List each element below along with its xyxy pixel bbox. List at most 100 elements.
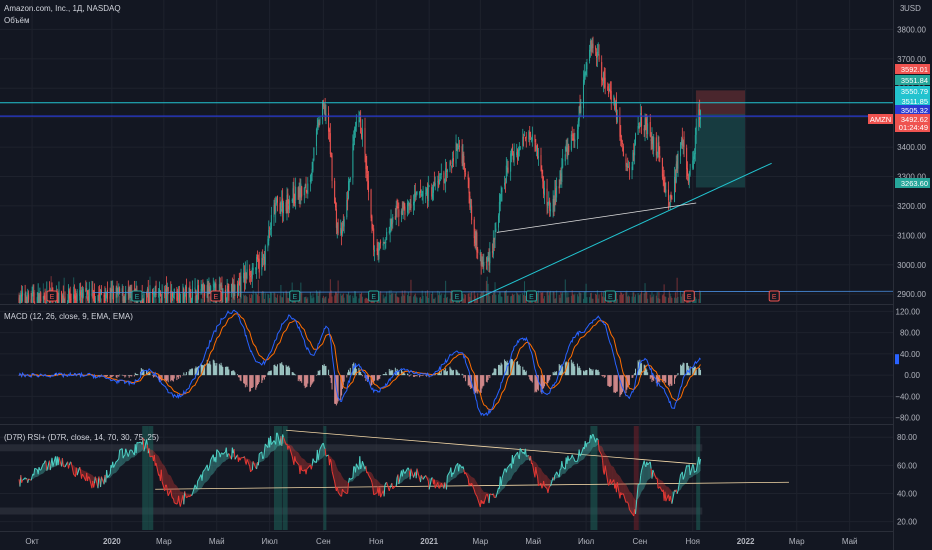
volume-bar xyxy=(283,292,285,303)
macd-title[interactable]: MACD (12, 26, close, 9, EMA, EMA) xyxy=(4,312,133,321)
macd-histogram-bar xyxy=(310,375,312,386)
candle-body xyxy=(214,283,216,288)
candle-body xyxy=(213,285,215,287)
candle-body xyxy=(578,106,580,122)
symbol-title[interactable]: Amazon.com, Inc., 1Д, NASDAQ xyxy=(4,4,121,13)
candle-body xyxy=(319,118,321,124)
candle-body xyxy=(38,293,40,303)
candle-body xyxy=(641,115,643,127)
volume-bar xyxy=(651,291,653,303)
position-reward-zone[interactable] xyxy=(695,113,745,188)
macd-histogram-bar xyxy=(698,368,700,376)
candle-body xyxy=(614,98,616,110)
stock-chart[interactable]: EEEEEEEEEE 3800.003700.003600.003500.003… xyxy=(0,0,932,550)
candle-body xyxy=(421,194,423,196)
macd-histogram-bar xyxy=(225,366,227,376)
volume-bar xyxy=(577,296,579,303)
candle-body xyxy=(458,146,460,148)
candle-body xyxy=(627,165,629,168)
candle-body xyxy=(18,297,20,303)
candle-body xyxy=(400,211,402,215)
volume-label[interactable]: Объём xyxy=(4,16,30,25)
volume-bar xyxy=(243,295,245,303)
macd-histogram-bar xyxy=(413,375,415,377)
candle-body xyxy=(607,86,609,91)
macd-histogram-bar xyxy=(571,363,573,376)
macd-histogram-bar xyxy=(267,372,269,376)
macd-histogram-bar xyxy=(165,375,167,382)
candle-body xyxy=(204,285,206,297)
candle-body xyxy=(80,290,82,298)
candle-body xyxy=(276,195,278,203)
rsi-fill-segment xyxy=(136,442,138,455)
volume-bar xyxy=(681,294,683,303)
rsi-title[interactable]: (D7R) RSI+ (D7R, close, 14, 70, 30, 75, … xyxy=(4,433,159,442)
rsi-tick-label: 40.00 xyxy=(897,489,918,498)
macd-histogram-bar xyxy=(576,363,578,376)
earnings-marker-label: E xyxy=(214,294,219,301)
earnings-marker[interactable]: E xyxy=(768,290,780,302)
macd-histogram-bar xyxy=(233,370,235,376)
macd-histogram-bar xyxy=(501,364,503,376)
macd-histogram-bar xyxy=(579,367,581,376)
rsi-fill-segment xyxy=(171,477,173,499)
earnings-marker[interactable]: E xyxy=(604,290,616,302)
candle-body xyxy=(143,294,145,303)
candle-body xyxy=(528,131,530,140)
volume-bar xyxy=(395,292,397,303)
macd-histogram-bar xyxy=(556,371,558,376)
macd-histogram-bar xyxy=(595,369,597,376)
macd-histogram-bar xyxy=(249,375,251,392)
earnings-marker[interactable]: E xyxy=(525,290,537,302)
earnings-marker[interactable]: E xyxy=(683,290,695,302)
candle-body xyxy=(367,180,369,192)
volume-bar xyxy=(335,291,337,303)
candle-body xyxy=(573,138,575,141)
volume-bar xyxy=(555,298,557,303)
candle-body xyxy=(264,246,266,265)
macd-tick-label: 80.00 xyxy=(900,329,921,338)
candle-body xyxy=(689,169,691,175)
candle-body xyxy=(492,240,494,255)
earnings-marker[interactable]: E xyxy=(210,290,222,302)
candle-body xyxy=(74,295,76,300)
volume-bar xyxy=(194,295,196,303)
candle-body xyxy=(166,287,168,302)
earnings-marker[interactable]: E xyxy=(46,290,58,302)
currency-label[interactable]: USD xyxy=(904,4,921,13)
candle-body xyxy=(379,242,381,245)
candle-body xyxy=(524,134,526,136)
earnings-marker[interactable]: E xyxy=(131,290,143,302)
candle-body xyxy=(250,276,252,278)
rsi-fill-segment xyxy=(522,452,524,464)
candle-body xyxy=(505,165,507,183)
macd-histogram-bar xyxy=(305,375,307,388)
volume-bar xyxy=(208,296,210,303)
candle-body xyxy=(123,296,125,302)
candle-body xyxy=(568,145,570,152)
earnings-marker[interactable]: E xyxy=(451,290,463,302)
candle-body xyxy=(42,296,44,299)
short-position-tool[interactable] xyxy=(695,90,745,188)
earnings-marker[interactable]: E xyxy=(368,290,380,302)
rsi-fill-segment xyxy=(621,479,623,495)
candle-body xyxy=(329,133,331,154)
time-tick-label: Июл xyxy=(578,537,595,546)
candle-body xyxy=(93,291,95,293)
macd-histogram-bar xyxy=(109,375,111,377)
volume-bar xyxy=(421,290,423,303)
candle-body xyxy=(628,167,630,170)
candle-body xyxy=(385,241,387,244)
candle-body xyxy=(184,293,186,299)
candle-body xyxy=(32,291,34,294)
candle-body xyxy=(347,198,349,201)
volume-bar xyxy=(561,293,563,303)
candle-body xyxy=(94,300,96,303)
rsi-fill-segment xyxy=(373,476,375,495)
volume-bar xyxy=(631,296,633,303)
earnings-marker[interactable]: E xyxy=(289,290,301,302)
volume-bar xyxy=(446,296,448,303)
volume-bar xyxy=(401,290,403,303)
candle-body xyxy=(439,177,441,179)
volume-bar xyxy=(450,291,452,303)
